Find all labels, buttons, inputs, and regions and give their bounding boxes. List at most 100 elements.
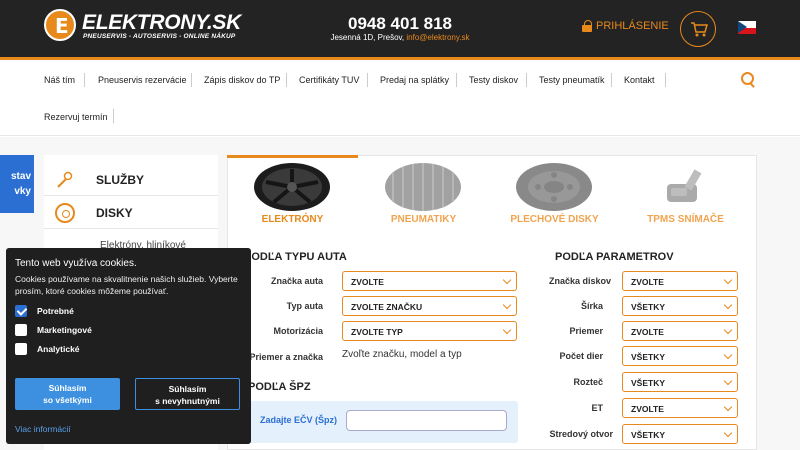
checkbox-icon[interactable] [15,343,27,355]
select-pocet-dier[interactable]: VŠETKY [622,346,738,366]
checkbox-checked-icon[interactable] [15,305,27,317]
cookie-consent-dialog: Tento web využíva cookies. Cookies použí… [6,248,251,444]
cookie-option-marketingove[interactable]: Marketingové [15,324,92,336]
nav-item-splatky[interactable]: Predaj na splátky [380,75,449,85]
cookie-option-label: Potrebné [37,306,74,316]
chevron-down-icon [502,300,512,310]
sidebar-item-disky[interactable]: DISKY [44,196,218,229]
search-icon[interactable] [741,72,755,86]
spz-input[interactable] [346,410,507,431]
phone-number[interactable]: 0948 401 818 [320,14,480,34]
select-priemer[interactable]: ZVOLTE [622,321,738,341]
accept-all-button[interactable]: Súhlasím so všetkými [15,378,120,410]
nav-item-nas-tim[interactable]: Náš tím [44,75,75,85]
address-text: Jesenná 1D, Prešov, [330,33,405,42]
field-label-et: ET [591,403,603,413]
field-label-znacka-auta: Značka auta [270,276,323,286]
sidebar-item-label: SLUŽBY [96,173,144,187]
cookie-option-label: Marketingové [37,325,92,335]
select-stredovy-otvor[interactable]: VŠETKY [622,424,738,444]
gear-icon [55,203,75,223]
nav-item-testy-diskov[interactable]: Testy diskov [469,75,518,85]
brand-name[interactable]: ELEKTRONY.SK [82,11,241,35]
side-promo-line1: stav [10,171,31,182]
select-sirka[interactable]: VŠETKY [622,296,738,316]
select-value: ZVOLTE ZNAČKU [351,302,423,312]
cookie-description: Cookies používame na skvalitnenie našich… [15,274,238,296]
flag-cz-icon[interactable] [738,21,756,34]
wrench-icon [57,171,73,188]
select-value: VŠETKY [631,430,666,440]
tab-plechove-disky[interactable]: PLECHOVÉ DISKY [489,158,620,232]
logo-letter: E [55,14,69,38]
steel-wheel-icon [516,163,592,211]
tire-icon [385,163,461,211]
select-value: VŠETKY [631,378,666,388]
chevron-down-icon [723,402,733,412]
select-value: ZVOLTE [631,327,664,337]
chevron-down-icon [723,376,733,386]
cookie-option-label: Analytické [37,344,80,354]
select-znacka-auta[interactable]: ZVOLTE [342,271,517,291]
chevron-down-icon [502,325,512,335]
field-label-typ-auta: Typ auta [286,301,323,311]
checkbox-icon[interactable] [15,324,27,336]
tab-label: ELEKTRÓNY [261,214,324,225]
select-value: ZVOLTE [631,404,664,414]
cookie-title: Tento web využíva cookies. [15,258,137,269]
cart-icon [691,22,708,37]
select-value: ZVOLTE [631,277,664,287]
side-promo-tab[interactable]: stav vky [0,155,34,213]
tab-pneumatiky[interactable]: PNEUMATIKY [358,158,489,232]
button-line: Súhlasím [168,384,207,394]
lock-icon [582,20,592,32]
select-value: VŠETKY [631,352,666,362]
select-roztec[interactable]: VŠETKY [622,372,738,392]
tab-label: TPMS SNÍMAČE [647,214,724,225]
select-motorizacia[interactable]: ZVOLTE TYP [342,321,517,341]
login-label: PRIHLÁSENIE [596,20,669,32]
chevron-down-icon [723,325,733,335]
field-label-priemer: Priemer [569,326,603,336]
cookie-option-analyticke[interactable]: Analytické [15,343,80,355]
tab-label: PLECHOVÉ DISKY [510,214,599,225]
field-label-stredovy-otvor: Stredový otvor [549,429,613,439]
nav-item-rezervuj-termin[interactable]: Rezervuj termín [44,112,108,122]
logo-icon[interactable]: E [44,9,76,41]
field-label-sirka: Šírka [580,301,603,311]
nav-item-testy-pneumatik[interactable]: Testy pneumatík [539,75,605,85]
address-line: Jesenná 1D, Prešov, info@elektrony.sk [300,33,500,42]
button-line: Súhlasím [48,383,87,393]
cart-button[interactable] [680,11,716,47]
button-line: s nevyhnutnými [155,396,220,406]
field-label-znacka-diskov: Značka diskov [548,276,611,286]
combo-hint: Zvoľte značku, model a typ [342,349,462,360]
nav-item-pneuservis[interactable]: Pneuservis rezervácie [98,75,187,85]
chevron-down-icon [502,275,512,285]
select-value: ZVOLTE [351,277,384,287]
chevron-down-icon [723,428,733,438]
button-line: so všetkými [43,395,92,405]
nav-item-zapis-diskov[interactable]: Zápis diskov do TP [204,75,280,85]
section-title-params: PODĽA PARAMETROV [555,251,674,263]
spz-label: Zadajte EČV (Špz) [260,415,338,425]
select-et[interactable]: ZVOLTE [622,398,738,418]
sidebar-item-sluzby[interactable]: SLUŽBY [44,163,218,196]
select-znacka-diskov[interactable]: ZVOLTE [622,271,738,291]
field-label-roztec: Rozteč [573,377,603,387]
field-label-pocet-dier: Počet dier [559,351,603,361]
cookie-option-potrebne[interactable]: Potrebné [15,305,74,317]
tab-elektrony[interactable]: ELEKTRÓNY [227,158,358,232]
select-typ-auta[interactable]: ZVOLTE ZNAČKU [342,296,517,316]
accept-necessary-button[interactable]: Súhlasím s nevyhnutnými [135,378,240,410]
chevron-down-icon [723,275,733,285]
chevron-down-icon [723,300,733,310]
more-info-link[interactable]: Viac informácií [15,424,71,434]
nav-item-certifikaty[interactable]: Certifikáty TUV [299,75,359,85]
tab-tpms[interactable]: TPMS SNÍMAČE [620,158,751,232]
email-link[interactable]: info@elektrony.sk [406,33,469,42]
section-title-spz: PODĽA ŠPZ [248,381,311,393]
nav-item-kontakt[interactable]: Kontakt [624,75,655,85]
tab-label: PNEUMATIKY [390,214,457,225]
login-link[interactable]: PRIHLÁSENIE [582,20,669,32]
